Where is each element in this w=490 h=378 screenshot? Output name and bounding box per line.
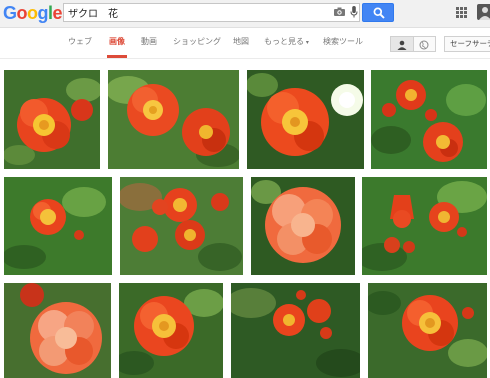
- person-icon: [397, 40, 407, 50]
- pomegranate-flower-image: [108, 70, 239, 169]
- google-logo[interactable]: Google: [3, 2, 63, 24]
- globe-icon: [419, 40, 429, 50]
- camera-icon[interactable]: [334, 7, 345, 16]
- pomegranate-flower-image: [4, 177, 112, 275]
- image-result[interactable]: [362, 177, 487, 275]
- pomegranate-flower-image: [231, 283, 360, 378]
- tab-web[interactable]: ウェブ: [68, 36, 92, 47]
- personal-results-button[interactable]: [391, 37, 414, 51]
- pomegranate-flower-image: [251, 177, 355, 275]
- image-result[interactable]: [231, 283, 360, 378]
- search-box: [63, 3, 360, 22]
- image-result[interactable]: [120, 177, 243, 275]
- view-toggle: [390, 36, 436, 52]
- tab-videos[interactable]: 動画: [141, 36, 157, 47]
- account-icon[interactable]: [477, 4, 490, 20]
- pomegranate-flower-image: [119, 283, 223, 378]
- tab-images[interactable]: 画像: [109, 36, 125, 47]
- image-result[interactable]: [371, 70, 487, 169]
- image-result[interactable]: [4, 177, 112, 275]
- pomegranate-flower-image: [4, 283, 111, 378]
- safesearch-button[interactable]: セーフサーチ: [444, 36, 490, 52]
- hide-personal-results-button[interactable]: [413, 37, 435, 51]
- image-result[interactable]: [368, 283, 487, 378]
- image-result[interactable]: [251, 177, 355, 275]
- mic-icon[interactable]: [350, 6, 358, 18]
- pomegranate-flower-image: [362, 177, 487, 275]
- tab-maps[interactable]: 地図: [233, 36, 249, 47]
- search-icon: [373, 7, 385, 19]
- image-result[interactable]: [4, 283, 111, 378]
- image-result[interactable]: [119, 283, 223, 378]
- top-bar: Google: [0, 0, 490, 28]
- tab-more-label: もっと見る: [264, 37, 304, 46]
- tab-search-tools[interactable]: 検索ツール: [323, 36, 363, 47]
- image-result[interactable]: [247, 70, 364, 169]
- chevron-down-icon: ▾: [304, 39, 309, 46]
- tab-more[interactable]: もっと見る ▾: [264, 36, 309, 47]
- apps-icon[interactable]: [456, 7, 467, 18]
- pomegranate-flower-image: [368, 283, 487, 378]
- pomegranate-flower-image: [371, 70, 487, 169]
- search-tabs: ウェブ 画像 動画 ショッピング 地図 もっと見る ▾ 検索ツール セーフサーチ: [0, 28, 490, 59]
- avatar: [479, 7, 490, 20]
- pomegranate-flower-image: [120, 177, 243, 275]
- image-result[interactable]: [108, 70, 239, 169]
- image-result[interactable]: [4, 70, 100, 169]
- tab-shopping[interactable]: ショッピング: [173, 36, 221, 47]
- active-tab-indicator: [107, 55, 127, 58]
- search-input[interactable]: [68, 4, 318, 21]
- search-button[interactable]: [362, 3, 394, 22]
- pomegranate-flower-image: [247, 70, 364, 169]
- pomegranate-flower-image: [4, 70, 100, 169]
